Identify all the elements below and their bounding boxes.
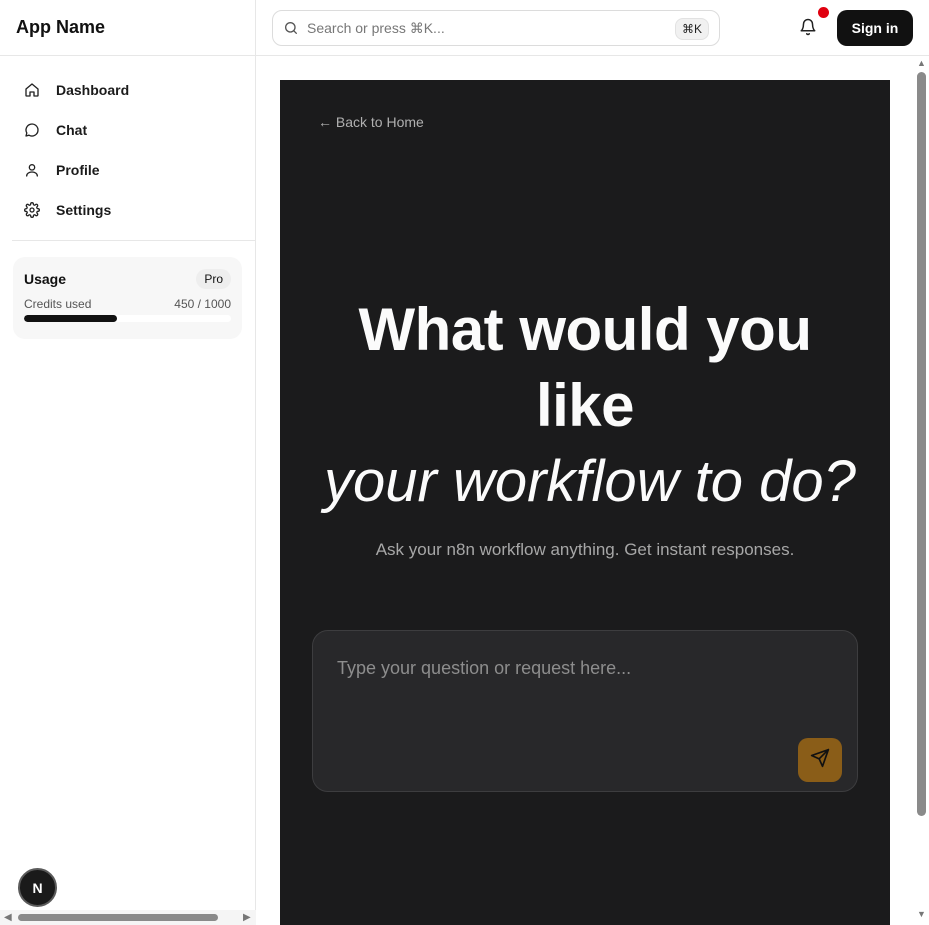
scroll-down-arrow-icon[interactable]: ▼ [917,909,926,919]
search-input[interactable] [307,20,667,36]
dev-tools-badge[interactable]: N [18,868,57,907]
hero-heading: What would you like your workflow to do? [280,292,890,520]
search-box[interactable]: ⌘K [272,10,720,46]
plan-badge: Pro [196,269,231,289]
usage-card: Usage Pro Credits used 450 / 1000 [13,257,242,339]
app-brand[interactable]: App Name [0,0,255,56]
user-icon [24,162,40,178]
sidebar-item-profile[interactable]: Profile [12,150,243,190]
search-icon [283,20,299,36]
usage-header: Usage Pro [24,269,231,289]
hero-subtitle: Ask your n8n workflow anything. Get inst… [375,540,795,559]
sidebar-item-dashboard[interactable]: Dashboard [12,70,243,110]
heading-line-3: your workflow to do? [324,449,856,514]
horizontal-scroll-thumb[interactable] [18,914,218,921]
sidebar-nav: Dashboard Chat Profile Settings [0,56,255,240]
sidebar-divider [12,240,255,241]
scroll-up-arrow-icon[interactable]: ▲ [917,58,926,68]
sidebar-item-label: Chat [56,122,88,138]
vertical-scrollbar[interactable]: ▲ ▼ [914,56,929,925]
shortcut-hint: ⌘K [674,18,709,40]
sidebar: App Name Dashboard Chat Profile Settings… [0,0,256,925]
sidebar-item-label: Profile [56,162,100,178]
chat-hero-panel: ← Back to Home What would you like your … [280,80,890,925]
sidebar-item-settings[interactable]: Settings [12,190,243,230]
sidebar-item-label: Settings [56,202,112,218]
usage-row: Credits used 450 / 1000 [24,297,231,311]
gear-icon [24,202,40,218]
scroll-left-arrow-icon[interactable]: ◀ [4,912,12,923]
scroll-right-arrow-icon[interactable]: ▶ [243,912,251,923]
usage-title: Usage [24,271,67,287]
message-composer [312,630,858,792]
send-icon [810,748,830,773]
credits-value: 450 / 1000 [174,297,231,311]
heading-line-1: What would you [358,296,812,363]
notifications-button[interactable] [799,18,817,38]
sign-in-button[interactable]: Sign in [837,10,913,46]
sidebar-item-label: Dashboard [56,82,130,98]
sidebar-item-chat[interactable]: Chat [12,110,243,150]
horizontal-scrollbar[interactable]: ◀ ▶ [0,910,256,925]
bell-icon [799,18,817,40]
credits-label: Credits used [24,297,92,311]
top-bar: ⌘K Sign in [256,0,929,56]
send-button[interactable] [798,738,842,782]
credits-progress-fill [24,315,118,322]
chat-bubble-icon [24,122,40,138]
notification-dot [818,7,829,18]
credits-progress-bar [24,315,231,322]
back-to-home-link[interactable]: ← Back to Home [318,114,424,130]
home-icon [24,82,40,98]
heading-line-2: like [535,372,635,439]
app-root: App Name Dashboard Chat Profile Settings… [0,0,929,925]
message-input[interactable] [313,631,857,791]
vertical-scroll-thumb[interactable] [917,72,926,816]
